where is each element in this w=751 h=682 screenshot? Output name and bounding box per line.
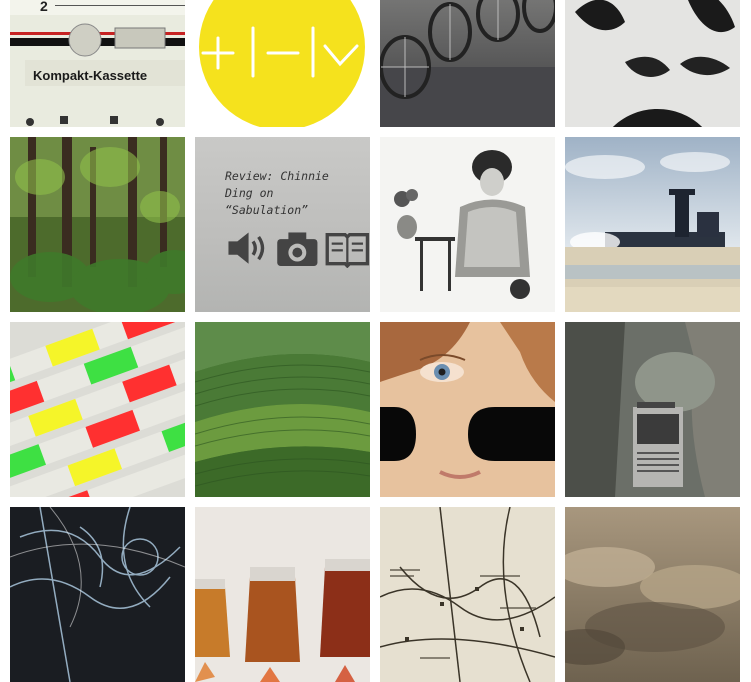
wheelchairs-image <box>380 0 555 127</box>
tile-vintage-map[interactable] <box>380 507 555 682</box>
speaker-icon <box>228 232 265 264</box>
tile-review[interactable]: Review: Chinnie Ding on “Sabulation” <box>195 137 370 312</box>
logo-image <box>199 0 365 127</box>
camera-icon <box>276 232 318 266</box>
tile-sepia-clouds[interactable] <box>565 507 740 682</box>
tile-tea-fields[interactable] <box>195 322 370 497</box>
tile-cassette-player[interactable] <box>565 322 740 497</box>
review-title[interactable]: Review: Chinnie Ding on “Sabulation” <box>225 168 345 219</box>
tile-industrial-beach[interactable] <box>565 137 740 312</box>
chalk-lines-image <box>10 507 185 682</box>
tile-wheelchairs[interactable] <box>380 0 555 127</box>
review-icons <box>224 228 370 269</box>
cassette-player-image <box>565 322 740 497</box>
tile-lottery-tickets[interactable] <box>10 322 185 497</box>
tile-victorian-woman[interactable] <box>380 137 555 312</box>
painted-face-image <box>380 322 555 497</box>
tea-fields-image <box>195 322 370 497</box>
cassette-image <box>10 0 185 127</box>
image-grid: 2 Kompakt-Kassette Review: Chinnie Ding … <box>10 0 740 682</box>
tile-forest[interactable] <box>10 137 185 312</box>
tile-chalk-lines[interactable] <box>10 507 185 682</box>
review-line-1: Review: Chinnie <box>225 169 329 183</box>
tile-face-print[interactable] <box>565 0 740 127</box>
vintage-map-image <box>380 507 555 682</box>
tile-whiskey-glasses[interactable] <box>195 507 370 682</box>
review-line-2: Ding on <box>225 186 274 200</box>
industrial-beach-image <box>565 137 740 312</box>
lottery-tickets-image <box>10 322 185 497</box>
tile-cassette[interactable]: 2 Kompakt-Kassette <box>10 0 185 127</box>
cassette-number: 2 <box>40 0 48 14</box>
face-print-image <box>565 0 740 127</box>
book-icon <box>325 233 370 269</box>
whiskey-glasses-image <box>195 507 370 682</box>
tile-yellow-logo[interactable] <box>195 0 370 127</box>
sepia-clouds-image <box>565 507 740 682</box>
tile-painted-face[interactable] <box>380 322 555 497</box>
forest-image <box>10 137 185 312</box>
cassette-label: Kompakt-Kassette <box>33 68 148 83</box>
review-line-3: “Sabulation” <box>225 203 309 217</box>
victorian-woman-image <box>380 137 555 312</box>
